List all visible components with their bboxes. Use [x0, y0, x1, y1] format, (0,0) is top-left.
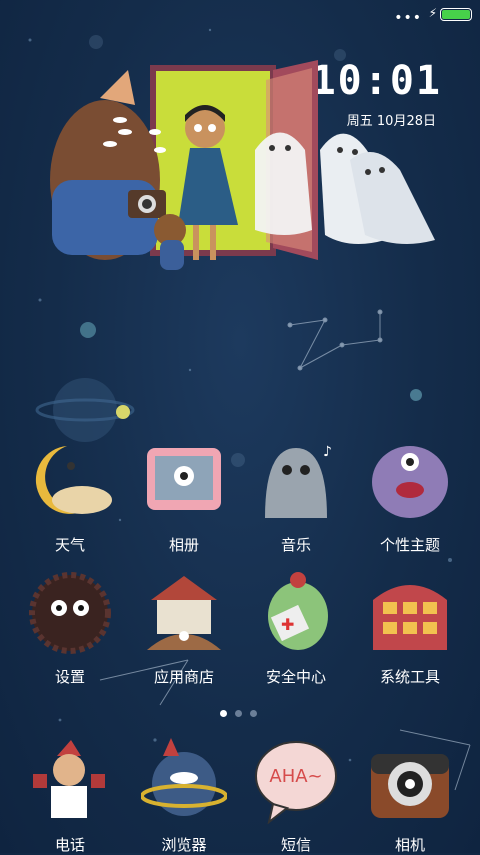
app-themes[interactable]: 个性主题 — [360, 438, 460, 555]
app-label: 系统工具 — [379, 668, 440, 686]
theme-illustration — [50, 60, 435, 270]
app-label: 短信 — [280, 836, 311, 854]
app-label: 个性主题 — [379, 536, 440, 554]
security-icon: ✚ — [268, 572, 328, 650]
app-store[interactable]: 应用商店 — [134, 570, 234, 687]
charging-bolt-icon: ⚡ — [428, 6, 437, 20]
app-label: 应用商店 — [153, 668, 214, 686]
svg-text:✚: ✚ — [281, 615, 294, 634]
app-phone[interactable]: 电话 — [20, 738, 120, 855]
more-dots-icon: ••• — [394, 10, 422, 26]
page-dot — [220, 710, 227, 717]
theme-icon — [372, 446, 448, 518]
sms-bubble-text: AHA~ — [269, 766, 322, 787]
system-tools-icon — [373, 585, 447, 650]
app-store-icon — [147, 576, 221, 650]
phone-icon — [33, 740, 105, 818]
app-browser[interactable]: 浏览器 — [134, 738, 234, 855]
app-settings[interactable]: 设置 — [20, 570, 120, 687]
app-label: 设置 — [54, 668, 85, 686]
app-camera[interactable]: 相机 — [360, 738, 460, 855]
settings-icon — [29, 572, 111, 654]
app-label: 安全中心 — [265, 668, 326, 686]
app-system-tools[interactable]: 系统工具 — [360, 570, 460, 687]
app-label: 相册 — [168, 536, 199, 554]
app-music[interactable]: ♪ 音乐 — [246, 438, 346, 555]
battery-icon — [440, 8, 472, 21]
sms-icon: AHA~ — [255, 741, 337, 825]
app-album[interactable]: 相册 — [134, 438, 234, 555]
page-indicator[interactable] — [216, 702, 261, 721]
app-label: 浏览器 — [161, 836, 207, 854]
browser-icon — [140, 738, 228, 816]
app-label: 电话 — [54, 836, 85, 854]
app-weather[interactable]: 天气 — [20, 438, 120, 555]
app-security[interactable]: ✚ 安全中心 — [246, 570, 346, 687]
moon-weather-icon — [35, 446, 112, 514]
status-bar: ••• ⚡ — [0, 0, 480, 28]
app-sms[interactable]: AHA~ 短信 — [246, 738, 346, 855]
app-label: 天气 — [54, 536, 85, 554]
page-dot — [235, 710, 242, 717]
app-label: 相机 — [394, 836, 425, 854]
svg-text:♪: ♪ — [323, 444, 332, 460]
camera-icon — [371, 754, 449, 818]
app-label: 音乐 — [280, 536, 311, 554]
music-icon: ♪ — [265, 444, 332, 518]
album-icon — [147, 448, 221, 510]
page-dot — [250, 710, 257, 717]
